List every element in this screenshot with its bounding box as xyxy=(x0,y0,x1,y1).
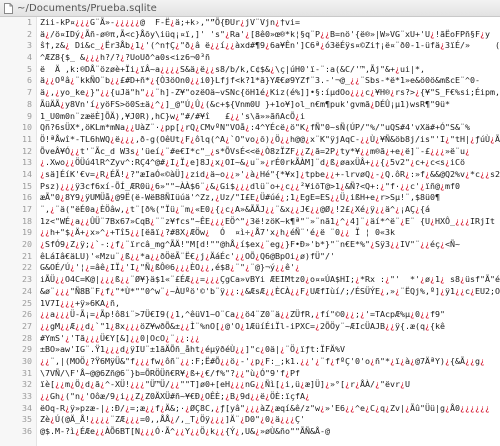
line-number: 32 xyxy=(22,379,32,390)
text-line[interactable]: ¿¿a¿¿¿Ü-Ã¡=¿Ãp!ô8i¨>7Ü€I9(¿1,^êüV1~O¨Ca¿… xyxy=(40,309,500,321)
text-line[interactable]: #YmS'¿'Tã¿¿¿Ü€Y[&]¿¿0|OcO¿¨¿¿:¿¿ xyxy=(40,333,500,345)
text-line[interactable]: Qñ?6sÜX*,öKLm*mNa¿¿UàZ¨·¿pp[¿rQ¿CMvºN"VO… xyxy=(40,122,500,134)
text-line[interactable]: ëOq-R¿ÿ»pzæ-|¿:Ð/¿=;æ¿¿f¿Ä&;·¿ØÇ8C,¿ƒ[yâ… xyxy=(40,403,500,415)
line-number: 11 xyxy=(22,133,32,144)
line-number: 10 xyxy=(22,122,32,133)
line-number: 15 xyxy=(22,180,32,191)
text-line[interactable]: ä¿/ö¤IDý¿Ãñ-ø®π,Ã<c}Åõy\iüq¡¤ï,]' 's"¿Ra… xyxy=(40,29,500,41)
text-line[interactable]: Zii-kP¤¿¿¿G¨Ã»-¿¿¿¿¿@ F-Ë¿ä;+k›,"”Õ{ÐUr¿… xyxy=(40,17,500,29)
text-line[interactable]: ¿¿h+"$¿Ä+¿x»^¿+Tî5¿¿[ëãï¿?#8X¿ÆÖw¿ Ó ¤ì÷… xyxy=(40,227,500,239)
line-number: 1 xyxy=(27,17,32,27)
line-number: 29 xyxy=(22,344,32,355)
line-number: 4 xyxy=(27,52,32,63)
line-number: 34 xyxy=(22,402,32,413)
line-number: 25 xyxy=(22,297,32,308)
text-line[interactable]: 1_U0m0n¨zæëÈ]ÕÄ),¥J0R),hC}w¿"#/#¥î £¿¿'s… xyxy=(40,111,500,123)
text-line[interactable]: ä¿¿Oºâ¿¨kkÑO¨b¿¿£#D+ñ*¿{Ò3öOn0¿¿i0}Lfjf<… xyxy=(40,75,500,87)
line-number: 7 xyxy=(27,87,32,98)
line-number: 33 xyxy=(22,391,32,401)
line-number: 22 xyxy=(22,262,32,273)
text-line[interactable]: Ö!ªÅwî*-TL6hWQ¿ë¿¿¿,ð-g(OêUt¿F¿ôlq(^A¿`O… xyxy=(40,134,500,146)
line-number: 23 xyxy=(22,274,32,285)
text-line[interactable]: ¿¿Gh¿("n¿'Oôæ/9¿i¿¿Z¿Z0ÄXÜ#ñ~¥€Ð¿OÊÈ;¿B¿… xyxy=(40,391,500,403)
text-line[interactable]: 1z<"WÉ¿a¿¿ÛÜ¨7Bx67»CqB¿¨¨z¥fcs"~ÊE¿¿¿EÖ^… xyxy=(40,216,500,228)
line-number: 18 xyxy=(22,215,32,226)
document-icon xyxy=(4,2,13,14)
line-number: 12 xyxy=(22,145,32,156)
text-line[interactable]: ä¿,¿yo_ke¿}"¿¿{uJä"h"¿¿¨h]-Z¥"ozëOä~vSNc… xyxy=(40,87,500,99)
text-line[interactable]: 1V7I¿¿¿+ÿ»6KA¿ñ, xyxy=(40,298,500,310)
text-line[interactable]: G&OÉ/Ú¿'¦¿=âê¿IÏ¿'I¿"Ñ¿ßÔ®6¿¿¿ÈO¿¿,é$8¿¨… xyxy=(40,262,500,274)
line-number: 30 xyxy=(22,355,32,366)
line-number: 9 xyxy=(27,110,32,121)
text-line[interactable]: Zè¿Ú(@Ä_Å!¿¿¿¿¨ZÆ¿¿¿=0,,ÅÅ¿/,_T¿Öÿ¿¿¿]Ä¨… xyxy=(40,414,500,426)
text-line[interactable]: ¿sä]ÉíK'€v=¿R¿ÉÃ!¿?"æIaÓ«©àÜ]¿zid¿ä~o¿¿»… xyxy=(40,169,500,181)
line-number: 35 xyxy=(22,414,32,425)
text-line[interactable]: æÃ"0¿8Y9¿ÿUMÜå¿@9Ë(ë-WëB8ÑIüúä'^Zz,¿Uz/"… xyxy=(40,192,500,204)
line-number: 5 xyxy=(27,63,32,74)
line-number: 21 xyxy=(22,250,32,261)
text-line[interactable]: ¿SfÓ9¿Z¿ÿ;¿`-:¿f¿¨ïrcâ_mg^ÃÄ!"M[d!""@hÅ¿… xyxy=(40,239,500,251)
line-number: 13 xyxy=(22,157,32,168)
line-number: 20 xyxy=(22,239,32,250)
editor-text-area[interactable]: Zii-kP¤¿¿¿G¨Ã»-¿¿¿¿¿@ F-Ë¿ä;+k›,"”Õ{ÐUr¿… xyxy=(37,17,500,446)
line-number: 14 xyxy=(22,168,32,179)
text-line[interactable]: êLáIâ€äLU)'«Mzu¨¿ß¿¿*a¿¿ðÖëÃ¨Ë€¿j¿ÄáÉc'¿… xyxy=(40,251,500,263)
text-line[interactable]: &ø¨¿¿¿"Ñ8B¨F¿f¿"*Ù*""0^w¨¿~ÀUºö'©'b¨ÿ¿¿:… xyxy=(40,286,500,298)
line-number: 31 xyxy=(22,367,32,378)
text-line[interactable]: ¿¿¨,|(MOÖ¿?Ÿ6MÿÜ&"f¿¿¿fw¿ôñ¨¿¿:F;Ë#Õ¿¿ö¿… xyxy=(40,356,500,368)
text-editor[interactable]: 1 2 3 4 5 6 7 8 9 10 11 12 13 14 15 16 17 18 19 20 21 22 23 24 2… xyxy=(0,17,500,446)
line-number: 16 xyxy=(22,192,32,203)
line-number: 17 xyxy=(22,204,32,214)
text-line[interactable]: ïè[¿¿m¿Ö¿d¿ã¿^-XÜ!¿¿¿"Ü™Ü/¿¿""T]ø0+[eH¿¿… xyxy=(40,379,500,391)
line-number: 26 xyxy=(22,309,32,320)
text-line[interactable]: Psz)¿¿¿ÿ3cf6xí-ÕÍ_ÆR0ü¿6»""~ÀÀ$6¨¿&¿Gi$¿… xyxy=(40,181,500,193)
text-line[interactable]: ^ÆZ8{$_ &¿¿¿h?/?¿?UoUð^a0s<iz6¬0³ñ xyxy=(40,52,500,64)
line-number-gutter: 1 2 3 4 5 6 7 8 9 10 11 12 13 14 15 16 17 18 19 20 21 22 23 24 2… xyxy=(0,17,37,446)
line-number: 2 xyxy=(27,28,32,39)
text-line[interactable]: ±BO»aw'IG¨.Ÿ1¿¿¿d¿ÿIU¨±1ãÄÕñ_åht¿éµÿðéÙ¿… xyxy=(40,344,500,356)
line-number: 8 xyxy=(27,98,32,109)
line-number: 27 xyxy=(22,320,32,331)
text-line[interactable]: \7VÑ/\F'Å~@@6Zñ@6¨}b=ÕRÖÜñ€R¥¿ß+¿€/f%"?¿… xyxy=(40,368,500,380)
window-titlebar: ~/Documents/Prueba.sqlite xyxy=(0,0,500,17)
text-line[interactable]: ¨,¿¨ä("ëÉ0a¿ÈÖâw,¿t¨[ð%("Ïü¿¨m¿«E0¿{¿c¿A… xyxy=(40,204,500,216)
text-line[interactable]: ¿¿gM¿¿Æ¿¿d¿`"1¿8x¿¿¿öZ¥wðÕ&±¿¿Ì¨%nO[¿@'O… xyxy=(40,321,500,333)
line-number: 24 xyxy=(22,285,32,296)
text-line[interactable]: ¿.Xwo¿¿ÖÜú4lR^Zyv^:RÇ4^@#¿I¿Ï¿e]8J¿x¿OI~… xyxy=(40,157,500,169)
line-number: 36 xyxy=(22,426,32,437)
text-line[interactable]: iÃÜ¿¿O4C=K@|¿¿¿ß¿¿¨Ø¥}ä$1«¨£ÉÆ¿¿=¿¿¿ÇgCa… xyxy=(40,274,500,286)
text-line[interactable]: ÃüÄÃ¿y8Vn'í¿yöFS>ö0S±ä¿^¿]_@"Ú¿Û¿(&c+${V… xyxy=(40,99,500,111)
line-number: 19 xyxy=(22,227,32,238)
line-number: 6 xyxy=(27,75,32,86)
text-line[interactable]: ÕveÂ¥Ó¿¿t'¨Ãc_d W3s¿'üeí¿¨#e€I*c"_¿s*ÕVs… xyxy=(40,146,500,158)
line-number: 3 xyxy=(27,40,32,51)
line-number: 28 xyxy=(22,332,32,343)
text-line[interactable]: ŝ†,z&¿ Di&c_¿Ër3Åb¿1¿'(^n†Ç¿"ð¿â ë¿¿í¿¿à… xyxy=(40,40,500,52)
text-line[interactable]: @$.M-?ì¿ÉÆe¿¿ÀÕ6BT[N¿¿¿Ó·Ã^¿¿Y¿¿Ö¿k¿¿{Ý¿… xyxy=(40,426,500,438)
window-title: ~/Documents/Prueba.sqlite xyxy=(17,2,157,14)
text-line[interactable]: ë Ä ,k:®DÅ¨özøè+Ïi¿ïÂ~a¿¿¿¿S&ä¿ë¿¿s8/b/k… xyxy=(40,64,500,76)
